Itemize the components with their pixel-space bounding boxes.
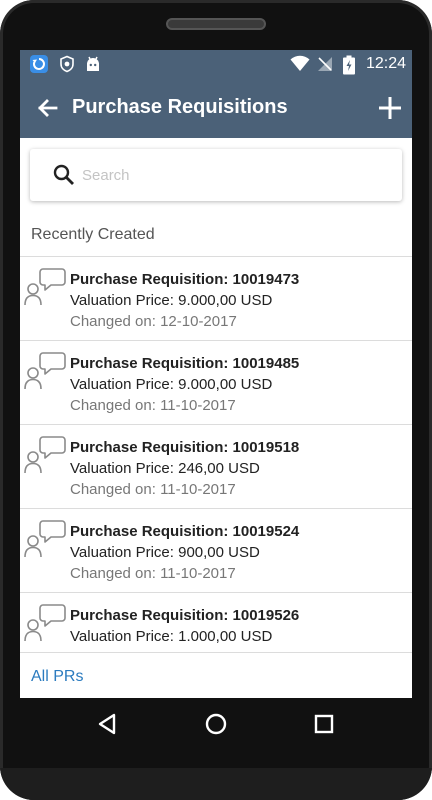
triangle-back-icon — [98, 713, 116, 735]
add-button[interactable] — [376, 94, 404, 122]
phone-speaker — [166, 18, 266, 30]
section-title: Recently Created — [31, 226, 155, 243]
user-comment-icon — [24, 519, 66, 559]
item-valuation-price: Valuation Price: 9.000,00 USD — [70, 292, 273, 309]
item-changed-date: Changed on: 12-10-2017 — [70, 313, 237, 330]
search-icon — [53, 164, 74, 185]
nav-home-button[interactable] — [202, 710, 230, 738]
item-valuation-price: Valuation Price: 1.000,00 USD — [70, 628, 273, 645]
user-comment-icon — [24, 267, 66, 307]
item-valuation-price: Valuation Price: 9.000,00 USD — [70, 376, 273, 393]
app-bar: Purchase Requisitions — [20, 78, 412, 138]
footer-bar: All PRs — [20, 652, 412, 698]
plus-icon — [379, 97, 401, 119]
user-comment-icon — [24, 435, 66, 475]
arrow-left-icon — [38, 99, 58, 117]
status-bar: 12:24 — [20, 50, 412, 78]
shield-app-icon — [58, 55, 76, 73]
app-screen: 12:24 Purchase Requisitions Search Recen… — [20, 50, 412, 698]
item-title: Purchase Requisition: 10019524 — [70, 523, 300, 540]
status-time: 12:24 — [366, 55, 407, 72]
item-title: Purchase Requisition: 10019526 — [70, 607, 300, 624]
list-item[interactable]: Purchase Requisition: 10019524 Valuation … — [20, 509, 412, 593]
wifi-icon — [290, 55, 310, 73]
list-item[interactable]: Purchase Requisition: 10019518 Valuation … — [20, 425, 412, 509]
nav-recents-button[interactable] — [310, 710, 338, 738]
nav-back-button[interactable] — [94, 710, 122, 738]
phone-bottom-edge — [0, 768, 432, 800]
android-nav-bar — [0, 698, 432, 750]
page-title: Purchase Requisitions — [72, 96, 288, 118]
item-title: Purchase Requisition: 10019473 — [70, 271, 300, 288]
user-comment-icon — [24, 351, 66, 391]
requisition-list: Purchase Requisition: 10019473 Valuation … — [20, 256, 412, 652]
list-item[interactable]: Purchase Requisition: 10019485 Valuation … — [20, 341, 412, 425]
phone-frame: 12:24 Purchase Requisitions Search Recen… — [0, 0, 432, 800]
user-comment-icon — [24, 603, 66, 643]
android-app-icon — [84, 55, 102, 73]
list-item[interactable]: Purchase Requisition: 10019473 Valuation … — [20, 257, 412, 341]
battery-charging-icon — [342, 55, 360, 75]
search-input[interactable] — [82, 161, 382, 189]
all-prs-link[interactable]: All PRs — [31, 668, 83, 686]
item-valuation-price: Valuation Price: 900,00 USD — [70, 544, 260, 561]
sync-app-icon — [30, 55, 48, 73]
circle-home-icon — [205, 713, 227, 735]
back-button[interactable] — [34, 94, 62, 122]
square-recents-icon — [314, 714, 334, 734]
item-changed-date: Changed on: 11-10-2017 — [70, 481, 236, 498]
item-valuation-price: Valuation Price: 246,00 USD — [70, 460, 260, 477]
search-bar — [30, 149, 402, 201]
list-item[interactable]: Purchase Requisition: 10019526 Valuation … — [20, 593, 412, 652]
item-title: Purchase Requisition: 10019485 — [70, 355, 300, 372]
item-title: Purchase Requisition: 10019518 — [70, 439, 300, 456]
item-changed-date: Changed on: 11-10-2017 — [70, 565, 236, 582]
no-signal-icon — [316, 55, 334, 73]
item-changed-date: Changed on: 11-10-2017 — [70, 397, 236, 414]
